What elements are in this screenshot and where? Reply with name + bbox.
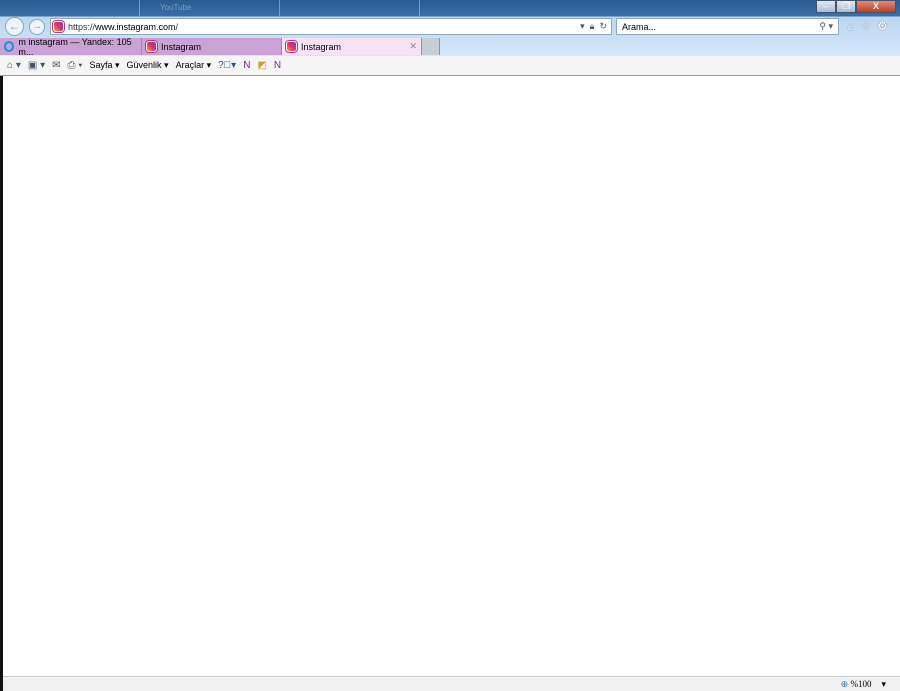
tab-label: Instagram (301, 41, 342, 52)
new-tab-button[interactable] (422, 38, 440, 55)
gear-icon[interactable]: ⚙ (877, 19, 888, 33)
dropdown-arrow-icon[interactable]: ▾ (580, 21, 585, 32)
page-menu-label: Sayfa (89, 60, 113, 70)
background-window-tabs: YouTube (0, 0, 440, 16)
home-icon[interactable]: ⌂ ▾ (7, 60, 21, 71)
instagram-favicon-icon (285, 40, 298, 53)
help-icon[interactable]: ?⃝▾ (218, 60, 236, 71)
tools-menu[interactable]: Araçlar ▾ (176, 60, 212, 71)
tab-instagram[interactable]: Instagram (142, 38, 282, 55)
favorites-star-icon[interactable]: ☆ (860, 19, 871, 33)
print-icon[interactable]: ⎙ ▾ (67, 60, 82, 71)
home-icon[interactable]: ⌂ (847, 19, 854, 33)
lock-icon[interactable]: 🔒︎ (590, 21, 595, 32)
tab-label: Instagram (161, 41, 202, 52)
restore-button[interactable]: ❐ (836, 0, 856, 13)
page-content[interactable] (3, 76, 900, 676)
page-menu[interactable]: Sayfa ▾ (89, 60, 119, 71)
command-bar: ⌂ ▾ ▣ ▾ ✉ ⎙ ▾ Sayfa ▾ Güvenlik ▾ Araçlar… (0, 56, 900, 76)
zoom-icon: ⊕ (840, 678, 849, 689)
tab-bar: m instagram — Yandex: 105 m... Instagram… (0, 36, 440, 57)
minimize-button[interactable]: – (816, 0, 836, 13)
back-button[interactable]: ← (5, 17, 24, 36)
instagram-favicon-icon (145, 40, 158, 53)
address-url[interactable]: https://www.instagram.com/ (68, 22, 178, 32)
tools-menu-label: Araçlar (175, 60, 205, 70)
search-icon[interactable]: ⚲ ▾ (819, 21, 833, 32)
address-bar[interactable]: https://www.instagram.com/ ▾ 🔒︎ ↻ (50, 18, 612, 35)
mail-icon[interactable]: ✉ (52, 60, 60, 71)
background-tab (280, 0, 420, 16)
zoom-control[interactable]: ⊕ %100 (841, 679, 872, 690)
url-domain: www.instagram.com (95, 21, 176, 32)
url-prefix: https:// (68, 21, 96, 32)
onenote-icon[interactable]: N (243, 60, 250, 71)
tab-label: m instagram — Yandex: 105 m... (18, 36, 132, 57)
zoom-dropdown-icon[interactable]: ▾ (881, 679, 886, 690)
url-suffix: / (175, 21, 179, 32)
refresh-icon[interactable]: ↻ (599, 21, 607, 32)
close-tab-icon[interactable]: ✕ (409, 41, 417, 52)
onenote-linked-icon[interactable]: N (274, 60, 281, 71)
tab-instagram-active[interactable]: Instagram ✕ (282, 38, 422, 55)
zoom-level: %100 (850, 678, 872, 689)
ie-icon (4, 41, 15, 52)
forward-button[interactable]: → (29, 19, 45, 35)
instagram-favicon-icon (52, 20, 65, 33)
close-window-button[interactable]: X (856, 0, 896, 13)
background-tab (0, 0, 140, 16)
addon-icon[interactable]: ◩ (257, 60, 266, 71)
safety-menu[interactable]: Güvenlik ▾ (127, 60, 169, 71)
safety-menu-label: Güvenlik (126, 60, 162, 70)
search-placeholder: Arama... (622, 21, 657, 32)
tab-yandex[interactable]: m instagram — Yandex: 105 m... (0, 36, 142, 57)
background-tab-youtube: YouTube (140, 0, 280, 16)
status-bar: ⊕ %100 ▾ (3, 676, 900, 691)
browser-chrome: YouTube – ❐ X ← → https://www.instagram.… (0, 0, 900, 57)
rss-feed-icon[interactable]: ▣ ▾ (28, 60, 45, 71)
search-input[interactable]: Arama... ⚲ ▾ (616, 18, 839, 35)
